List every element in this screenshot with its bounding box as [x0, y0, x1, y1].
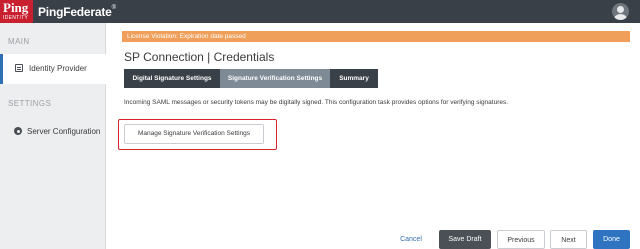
- product-name: PingFederate®: [38, 5, 116, 19]
- sidebar-item-label: Identity Provider: [29, 64, 87, 73]
- next-button[interactable]: Next: [550, 230, 587, 249]
- sidebar-item-label: Server Configuration: [27, 127, 101, 136]
- gear-icon: [14, 127, 22, 135]
- product-name-text: PingFederate: [38, 5, 112, 19]
- page-title: SP Connection | Credentials: [124, 50, 275, 64]
- sidebar-item-identity-provider[interactable]: Identity Provider: [0, 54, 106, 84]
- tab-digital-signature-settings[interactable]: Digital Signature Settings: [124, 69, 220, 88]
- save-draft-button[interactable]: Save Draft: [439, 230, 491, 249]
- sidebar-section-settings: SETTINGS: [8, 99, 52, 108]
- ping-logo: Ping IDENTITY: [0, 0, 33, 23]
- cancel-button[interactable]: Cancel: [394, 230, 428, 249]
- tab-signature-verification-settings[interactable]: Signature Verification Settings: [220, 69, 330, 88]
- top-bar: Ping IDENTITY PingFederate®: [0, 0, 640, 23]
- license-alert: License Violation: Expiration date passe…: [122, 31, 630, 42]
- previous-button[interactable]: Previous: [497, 230, 545, 249]
- tab-summary[interactable]: Summary: [330, 69, 378, 88]
- done-button[interactable]: Done: [593, 230, 630, 249]
- logo-word: Ping: [3, 0, 29, 15]
- logo-subtext: IDENTITY: [3, 15, 29, 21]
- sidebar: MAIN Identity Provider SETTINGS Server C…: [0, 23, 106, 249]
- sidebar-item-server-configuration[interactable]: Server Configuration: [0, 117, 106, 147]
- sidebar-section-main: MAIN: [8, 37, 30, 46]
- trademark-symbol: ®: [111, 5, 116, 11]
- avatar-body: [614, 14, 627, 20]
- avatar-head: [617, 6, 624, 13]
- manage-signature-verification-button[interactable]: Manage Signature Verification Settings: [124, 124, 264, 144]
- task-description: Incoming SAML messages or security token…: [124, 99, 509, 106]
- id-card-icon: [15, 64, 23, 72]
- user-avatar-icon[interactable]: [612, 3, 629, 20]
